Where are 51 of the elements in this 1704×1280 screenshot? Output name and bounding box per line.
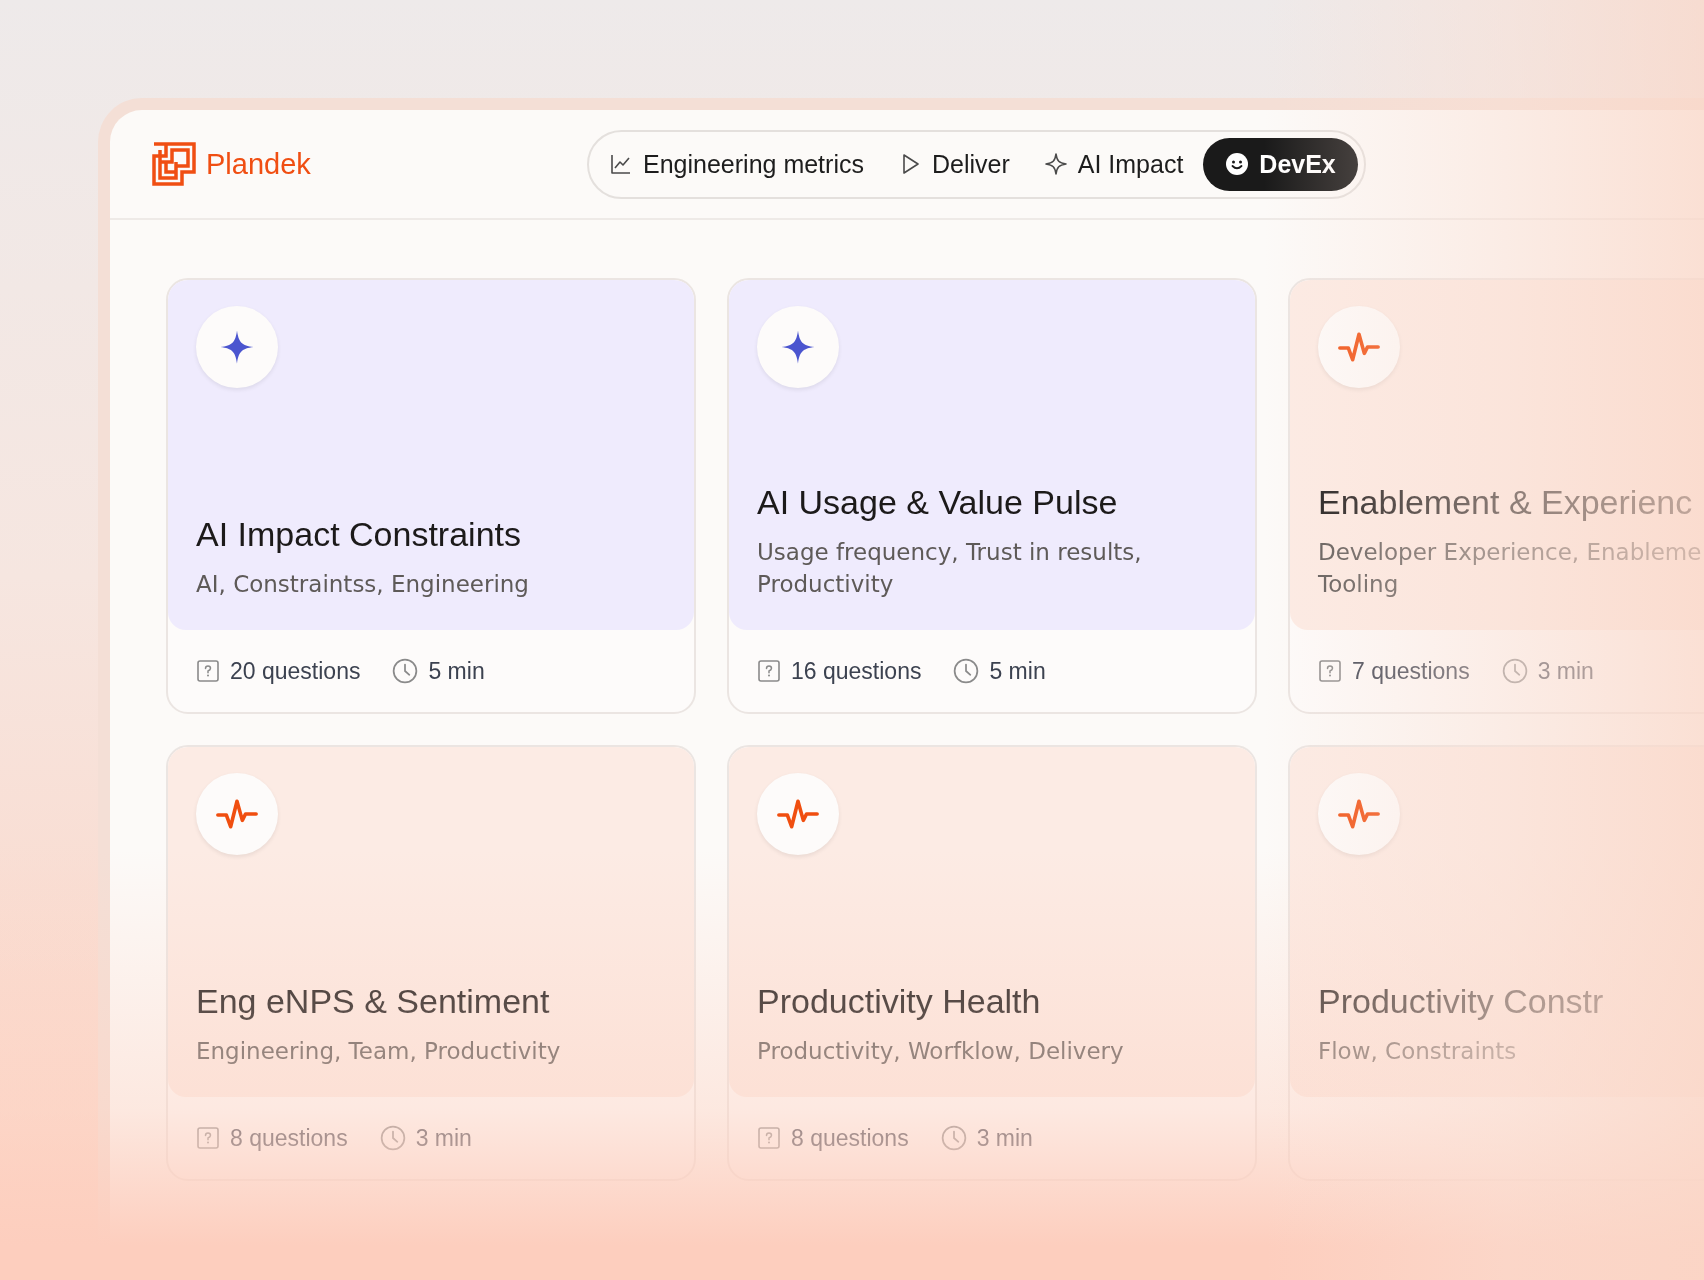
pulse-icon xyxy=(1337,797,1381,831)
card-title: AI Usage & Value Pulse xyxy=(757,483,1119,522)
card-title: Eng eNPS & Sentiment xyxy=(196,982,551,1021)
nav-tab[interactable]: Engineering metrics xyxy=(595,137,878,191)
clock-icon xyxy=(379,1125,406,1151)
question-count: 20 questions xyxy=(230,657,361,685)
clock-icon xyxy=(940,1125,967,1151)
card-title: Enablement & Experienc xyxy=(1318,483,1694,522)
logo-icon xyxy=(152,142,196,186)
question-count: 8 questions xyxy=(230,1124,348,1152)
question-icon xyxy=(196,1126,220,1150)
survey-card[interactable]: Enablement & Experienc Developer Experience, Enableme Tooling 7 questions 3 min xyxy=(1288,278,1704,714)
card-title: Productivity Health xyxy=(757,982,1042,1021)
question-count: 16 questions xyxy=(791,657,922,685)
nav-tab[interactable]: AI Impact xyxy=(1029,137,1198,191)
question-icon xyxy=(757,1126,781,1150)
card-tags: Productivity xyxy=(757,568,1227,600)
question-icon xyxy=(1318,659,1342,683)
duration: 3 min xyxy=(1537,657,1594,685)
survey-card[interactable]: Eng eNPS & Sentiment Engineering, Team, Productivity 8 questions 3 min xyxy=(166,745,696,1181)
nav-tab[interactable]: DevEx xyxy=(1203,137,1358,191)
clock-icon xyxy=(392,658,419,684)
question-count: 8 questions xyxy=(791,1124,909,1152)
card-tags: Usage frequency, Trust in results, xyxy=(757,536,1227,568)
card-tags: Engineering, Team, Productivity xyxy=(196,1035,666,1067)
card-tags: Developer Experience, Enableme xyxy=(1318,536,1704,568)
duration: 3 min xyxy=(415,1124,472,1152)
card-title: AI Impact Constraints xyxy=(196,515,522,554)
nav-tab[interactable]: Deliver xyxy=(883,137,1024,191)
question-count: 7 questions xyxy=(1352,657,1470,685)
question-icon xyxy=(196,659,220,683)
card-tags: Flow, Constraints xyxy=(1318,1035,1704,1067)
question-icon xyxy=(757,659,781,683)
duration: 3 min xyxy=(976,1124,1033,1152)
survey-card[interactable]: AI Impact Constraints AI, Constraintss, Engineering 20 questions 5 min xyxy=(166,278,696,714)
sparkle-icon xyxy=(1043,152,1068,176)
card-title: Productivity Constr xyxy=(1318,982,1605,1021)
clock-icon xyxy=(1501,658,1528,684)
duration: 5 min xyxy=(428,657,485,685)
smiley-icon xyxy=(1225,152,1250,176)
clock-icon xyxy=(953,658,980,684)
pulse-icon xyxy=(1337,330,1381,364)
survey-card[interactable]: Productivity Health Productivity, Worfklow, Delivery 8 questions 3 min xyxy=(727,745,1257,1181)
card-tags: Productivity, Worfklow, Delivery xyxy=(757,1035,1227,1067)
survey-card[interactable]: AI Usage & Value Pulse Usage frequency, Trust in results, Productivity 16 questions 5 min xyxy=(727,278,1257,714)
card-tags: AI, Constraintss, Engineering xyxy=(196,568,666,600)
card-tags: Tooling xyxy=(1318,568,1704,600)
line-chart-icon xyxy=(609,152,633,176)
pulse-icon xyxy=(776,797,820,831)
duration: 5 min xyxy=(989,657,1046,685)
pulse-icon xyxy=(215,797,259,831)
